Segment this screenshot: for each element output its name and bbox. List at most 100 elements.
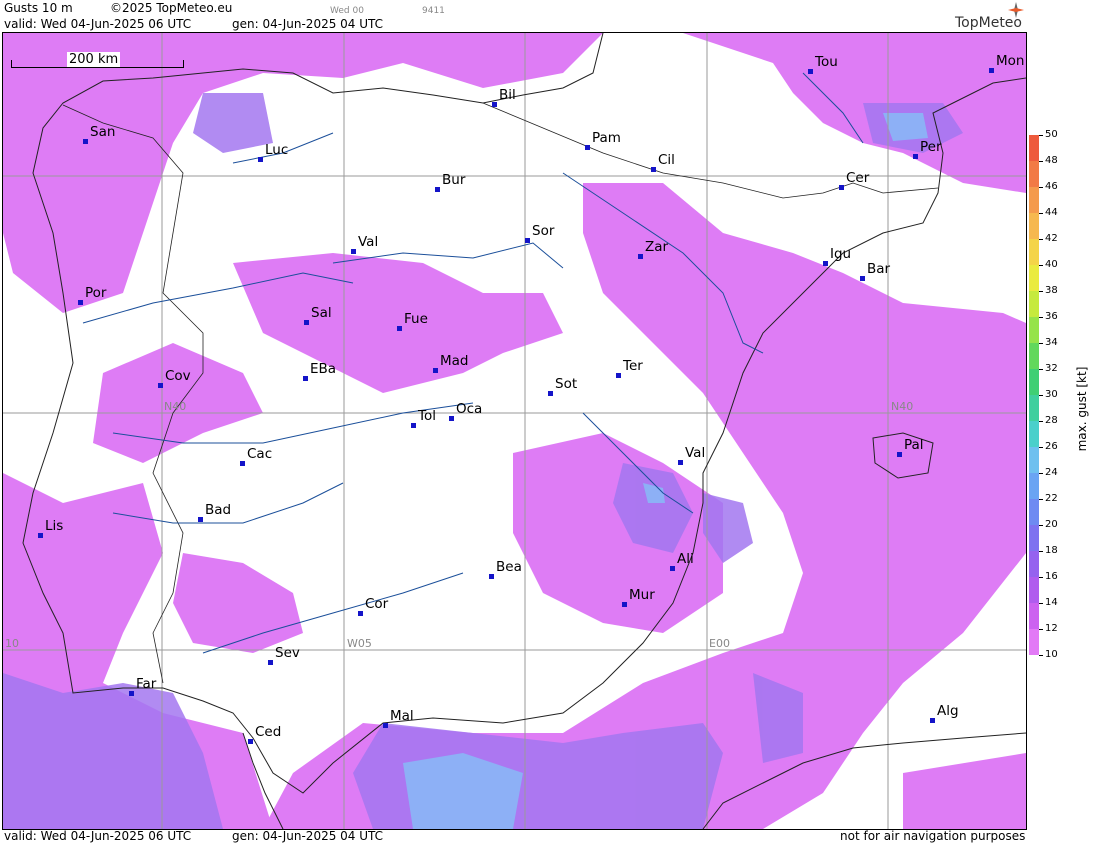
gust-map[interactable]: 200 km N40 N40 W05 E00 10 Tou Mon Bil San Pa… xyxy=(2,32,1027,830)
city-label: Val xyxy=(358,234,379,250)
legend-tick-label: 44 xyxy=(1045,207,1058,218)
legend-tick-label: 36 xyxy=(1045,311,1058,322)
footer-gen-time: gen: 04-Jun-2025 04 UTC xyxy=(232,829,384,843)
city-dot xyxy=(548,391,553,396)
legend-tick-label: 18 xyxy=(1045,545,1058,556)
city-dot xyxy=(585,145,590,150)
grid-label-e00: E00 xyxy=(709,637,730,650)
city-dot xyxy=(397,326,402,331)
copyright: ©2025 TopMeteo.eu xyxy=(110,1,233,15)
city-label: Far xyxy=(136,676,157,692)
legend-tick-mark xyxy=(1039,447,1043,448)
legend-tick-mark xyxy=(1039,603,1043,604)
legend-tick-mark xyxy=(1039,213,1043,214)
legend-color-band xyxy=(1029,421,1039,447)
legend-tick-label: 42 xyxy=(1045,233,1058,244)
color-legend: 50 48 46 44 42 40 38 36 34 32 30 28 26 24 22 20 18 16 14 12… xyxy=(1027,130,1107,670)
legend-units: max. gust [kt] xyxy=(1075,366,1089,452)
footer-valid-time: valid: Wed 04-Jun-2025 06 UTC xyxy=(4,829,192,843)
legend-tick-label: 32 xyxy=(1045,363,1058,374)
city-dot xyxy=(38,533,43,538)
legend-color-band xyxy=(1029,629,1039,655)
legend-tick-label: 22 xyxy=(1045,493,1058,504)
city-dot xyxy=(678,460,683,465)
city-label: Cil xyxy=(658,152,675,168)
city-dot xyxy=(638,254,643,259)
city-dot xyxy=(258,157,263,162)
city-dot xyxy=(268,660,273,665)
city-dot xyxy=(930,718,935,723)
city-label: Per xyxy=(920,139,942,155)
legend-color-band xyxy=(1029,317,1039,343)
legend-color-band xyxy=(1029,213,1039,239)
legend-tick-label: 20 xyxy=(1045,519,1058,530)
legend-color-band xyxy=(1029,577,1039,603)
legend-tick-mark xyxy=(1039,551,1043,552)
city-label: Cor xyxy=(365,596,389,612)
city-dot xyxy=(129,691,134,696)
legend-color-band xyxy=(1029,369,1039,395)
city-label: Ali xyxy=(677,551,694,567)
city-dot xyxy=(651,167,656,172)
legend-color-band xyxy=(1029,447,1039,473)
gen-time: gen: 04-Jun-2025 04 UTC xyxy=(232,17,384,31)
legend-tick-label: 40 xyxy=(1045,259,1058,270)
legend-tick-label: 14 xyxy=(1045,597,1058,608)
legend-tick-label: 16 xyxy=(1045,571,1058,582)
legend-tick-label: 24 xyxy=(1045,467,1058,478)
city-label: Zar xyxy=(645,239,669,255)
city-dot xyxy=(358,611,363,616)
city-dot xyxy=(433,368,438,373)
run-label: Wed 00 xyxy=(330,6,364,16)
city-dot xyxy=(670,566,675,571)
scale-label: 200 km xyxy=(67,52,121,67)
legend-color-band xyxy=(1029,265,1039,291)
field-title: Gusts 10 m xyxy=(4,1,73,15)
legend-color-band xyxy=(1029,473,1039,499)
legend-tick-label: 38 xyxy=(1045,285,1058,296)
legend-tick-label: 10 xyxy=(1045,649,1058,660)
city-dot xyxy=(492,102,497,107)
city-label: Sot xyxy=(555,376,578,392)
city-label: Bad xyxy=(205,502,232,518)
legend-color-band xyxy=(1029,525,1039,551)
city-label: Sev xyxy=(275,645,300,661)
city-label: Mur xyxy=(629,587,655,603)
city-label: Mal xyxy=(390,708,414,724)
legend-color-band xyxy=(1029,343,1039,369)
city-dot xyxy=(897,452,902,457)
city-dot xyxy=(83,139,88,144)
city-dot xyxy=(383,723,388,728)
city-dot xyxy=(248,739,253,744)
legend-tick-mark xyxy=(1039,265,1043,266)
legend-tick-label: 26 xyxy=(1045,441,1058,452)
city-label: Bea xyxy=(496,559,522,575)
legend-tick-mark xyxy=(1039,499,1043,500)
city-dot xyxy=(989,68,994,73)
city-dot xyxy=(304,320,309,325)
city-label: Cac xyxy=(247,446,273,462)
city-label: Cov xyxy=(165,368,191,384)
city-label: Cer xyxy=(846,170,870,186)
city-label: Luc xyxy=(265,142,289,158)
city-dot xyxy=(860,276,865,281)
legend-tick-label: 12 xyxy=(1045,623,1058,634)
legend-tick-label: 28 xyxy=(1045,415,1058,426)
city-label: Pal xyxy=(904,437,924,453)
city-label: San xyxy=(90,124,116,140)
city-label: Alg xyxy=(937,703,959,719)
city-label: Bar xyxy=(867,261,891,277)
legend-tick-mark xyxy=(1039,629,1043,630)
legend-tick-mark xyxy=(1039,135,1043,136)
brand-logo[interactable]: TopMeteo xyxy=(955,15,1022,31)
city-label: Igu xyxy=(830,246,852,262)
legend-color-band xyxy=(1029,603,1039,629)
city-label: Mon xyxy=(996,53,1025,69)
legend-tick-mark xyxy=(1039,291,1043,292)
legend-color-band xyxy=(1029,291,1039,317)
city-dot xyxy=(411,423,416,428)
legend-tick-label: 34 xyxy=(1045,337,1058,348)
city-dot xyxy=(435,187,440,192)
city-label: Fue xyxy=(404,311,428,327)
city-dot xyxy=(198,517,203,522)
